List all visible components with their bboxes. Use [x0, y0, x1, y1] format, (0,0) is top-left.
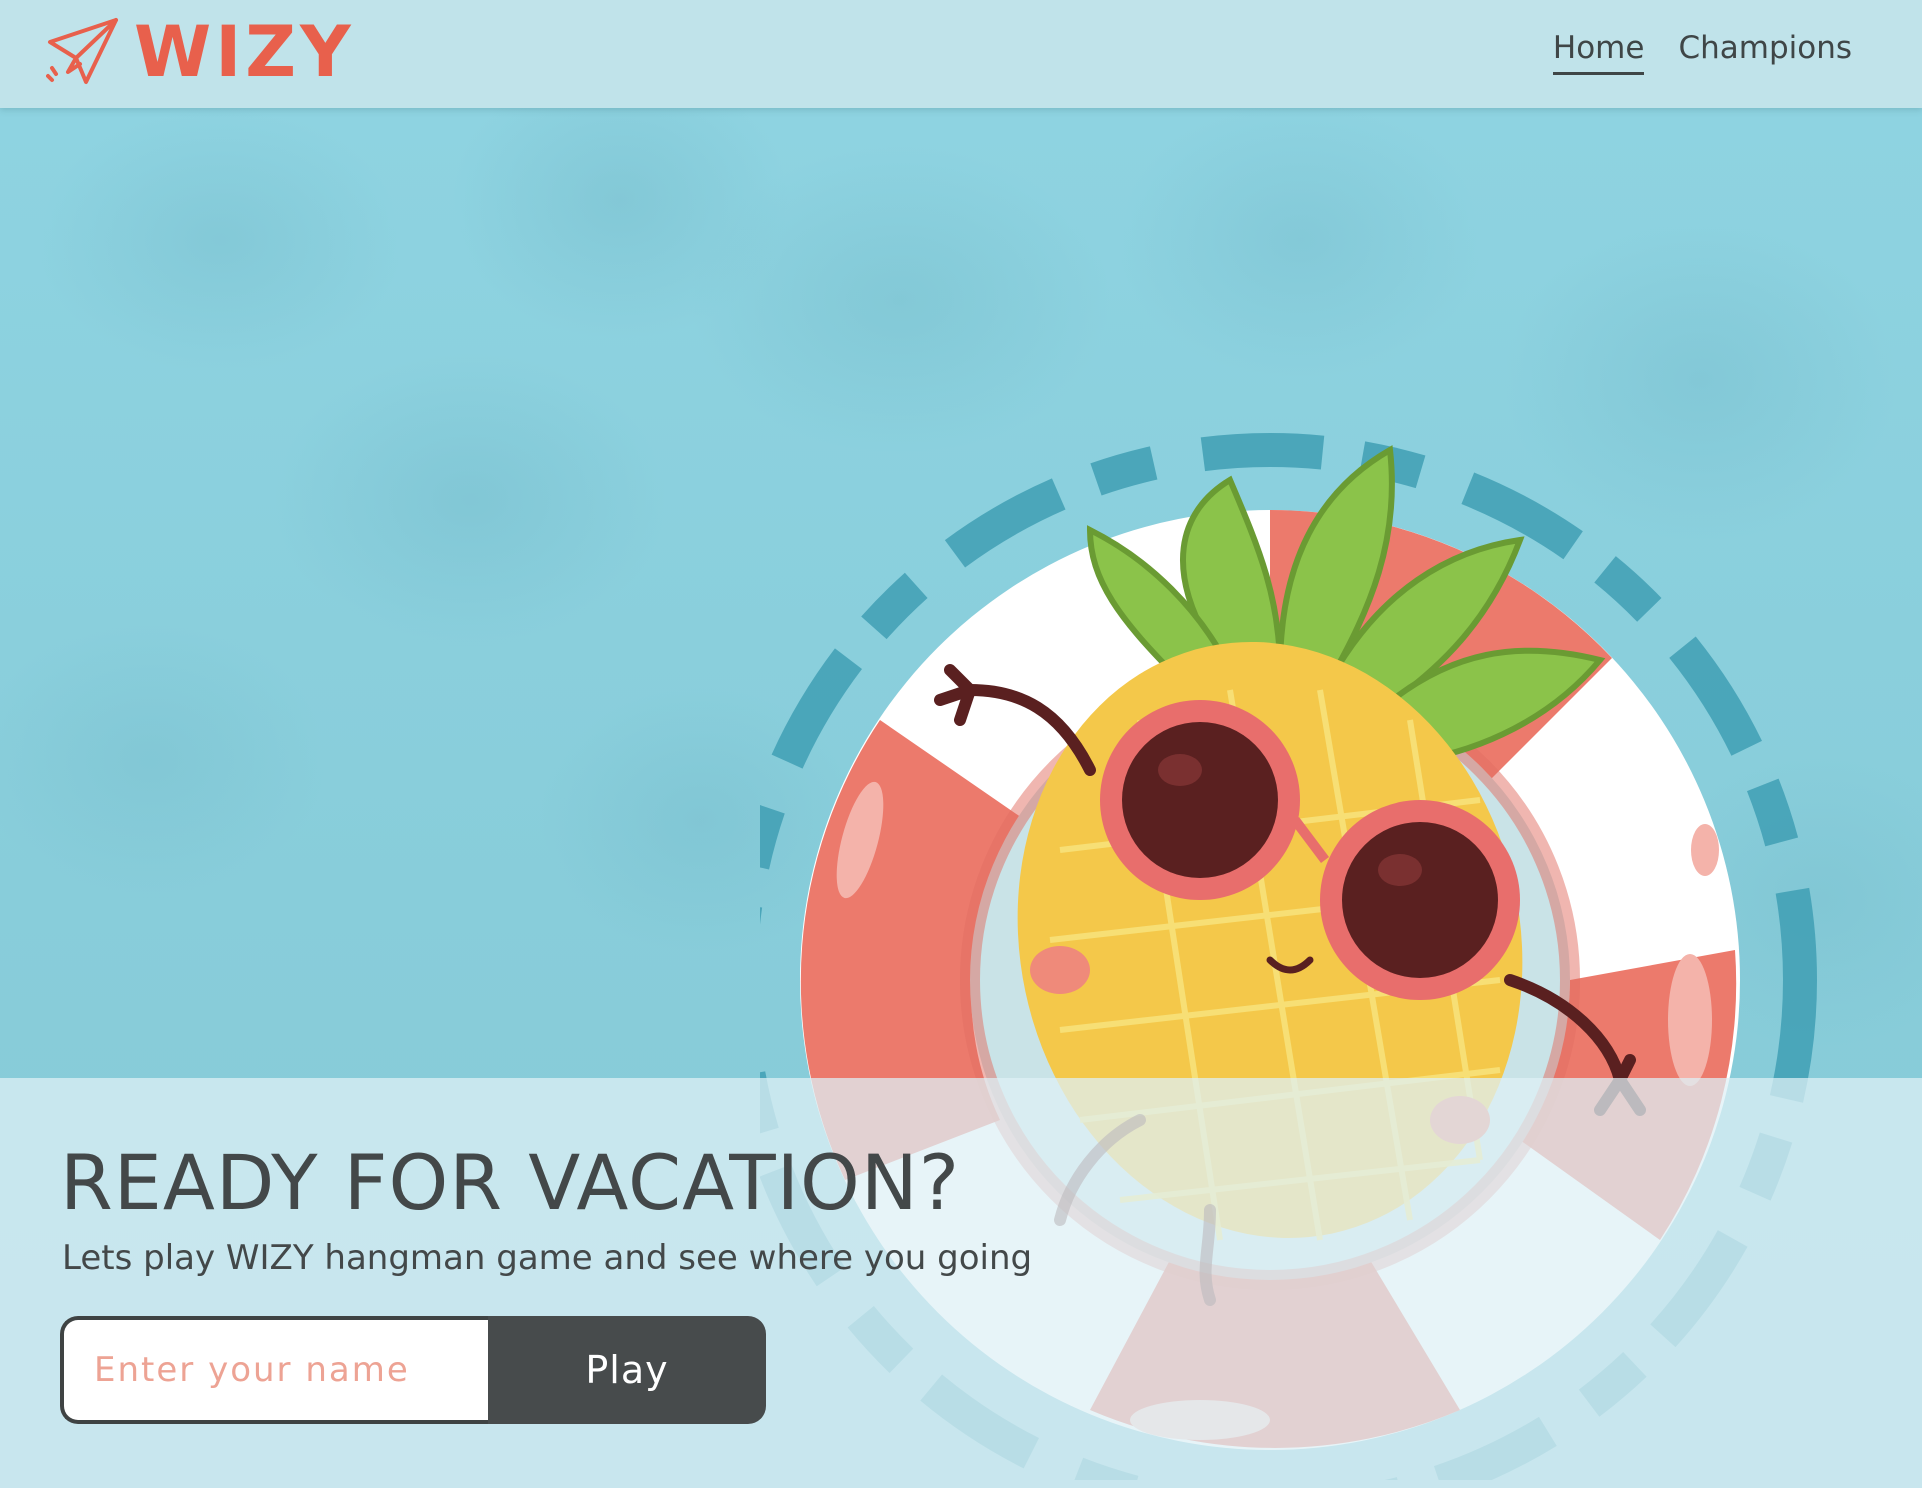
nav-link-champions[interactable]: Champions [1678, 30, 1852, 75]
play-button[interactable]: Play [488, 1316, 766, 1424]
paper-plane-icon [46, 18, 118, 84]
top-navbar: WIZY Home Champions [0, 0, 1922, 108]
start-game-form: Play [60, 1316, 766, 1424]
page: WIZY Home Champions READY FOR VACATION? … [0, 0, 1922, 1488]
hero-subtitle: Lets play WIZY hangman game and see wher… [62, 1238, 1033, 1278]
nav-link-home[interactable]: Home [1552, 30, 1645, 75]
hero-title: READY FOR VACATION? [60, 1138, 961, 1227]
main-nav: Home Champions [1552, 30, 1852, 75]
brand-logo[interactable]: WIZY [46, 14, 355, 90]
brand-name: WIZY [134, 11, 355, 93]
name-input[interactable] [60, 1316, 488, 1424]
